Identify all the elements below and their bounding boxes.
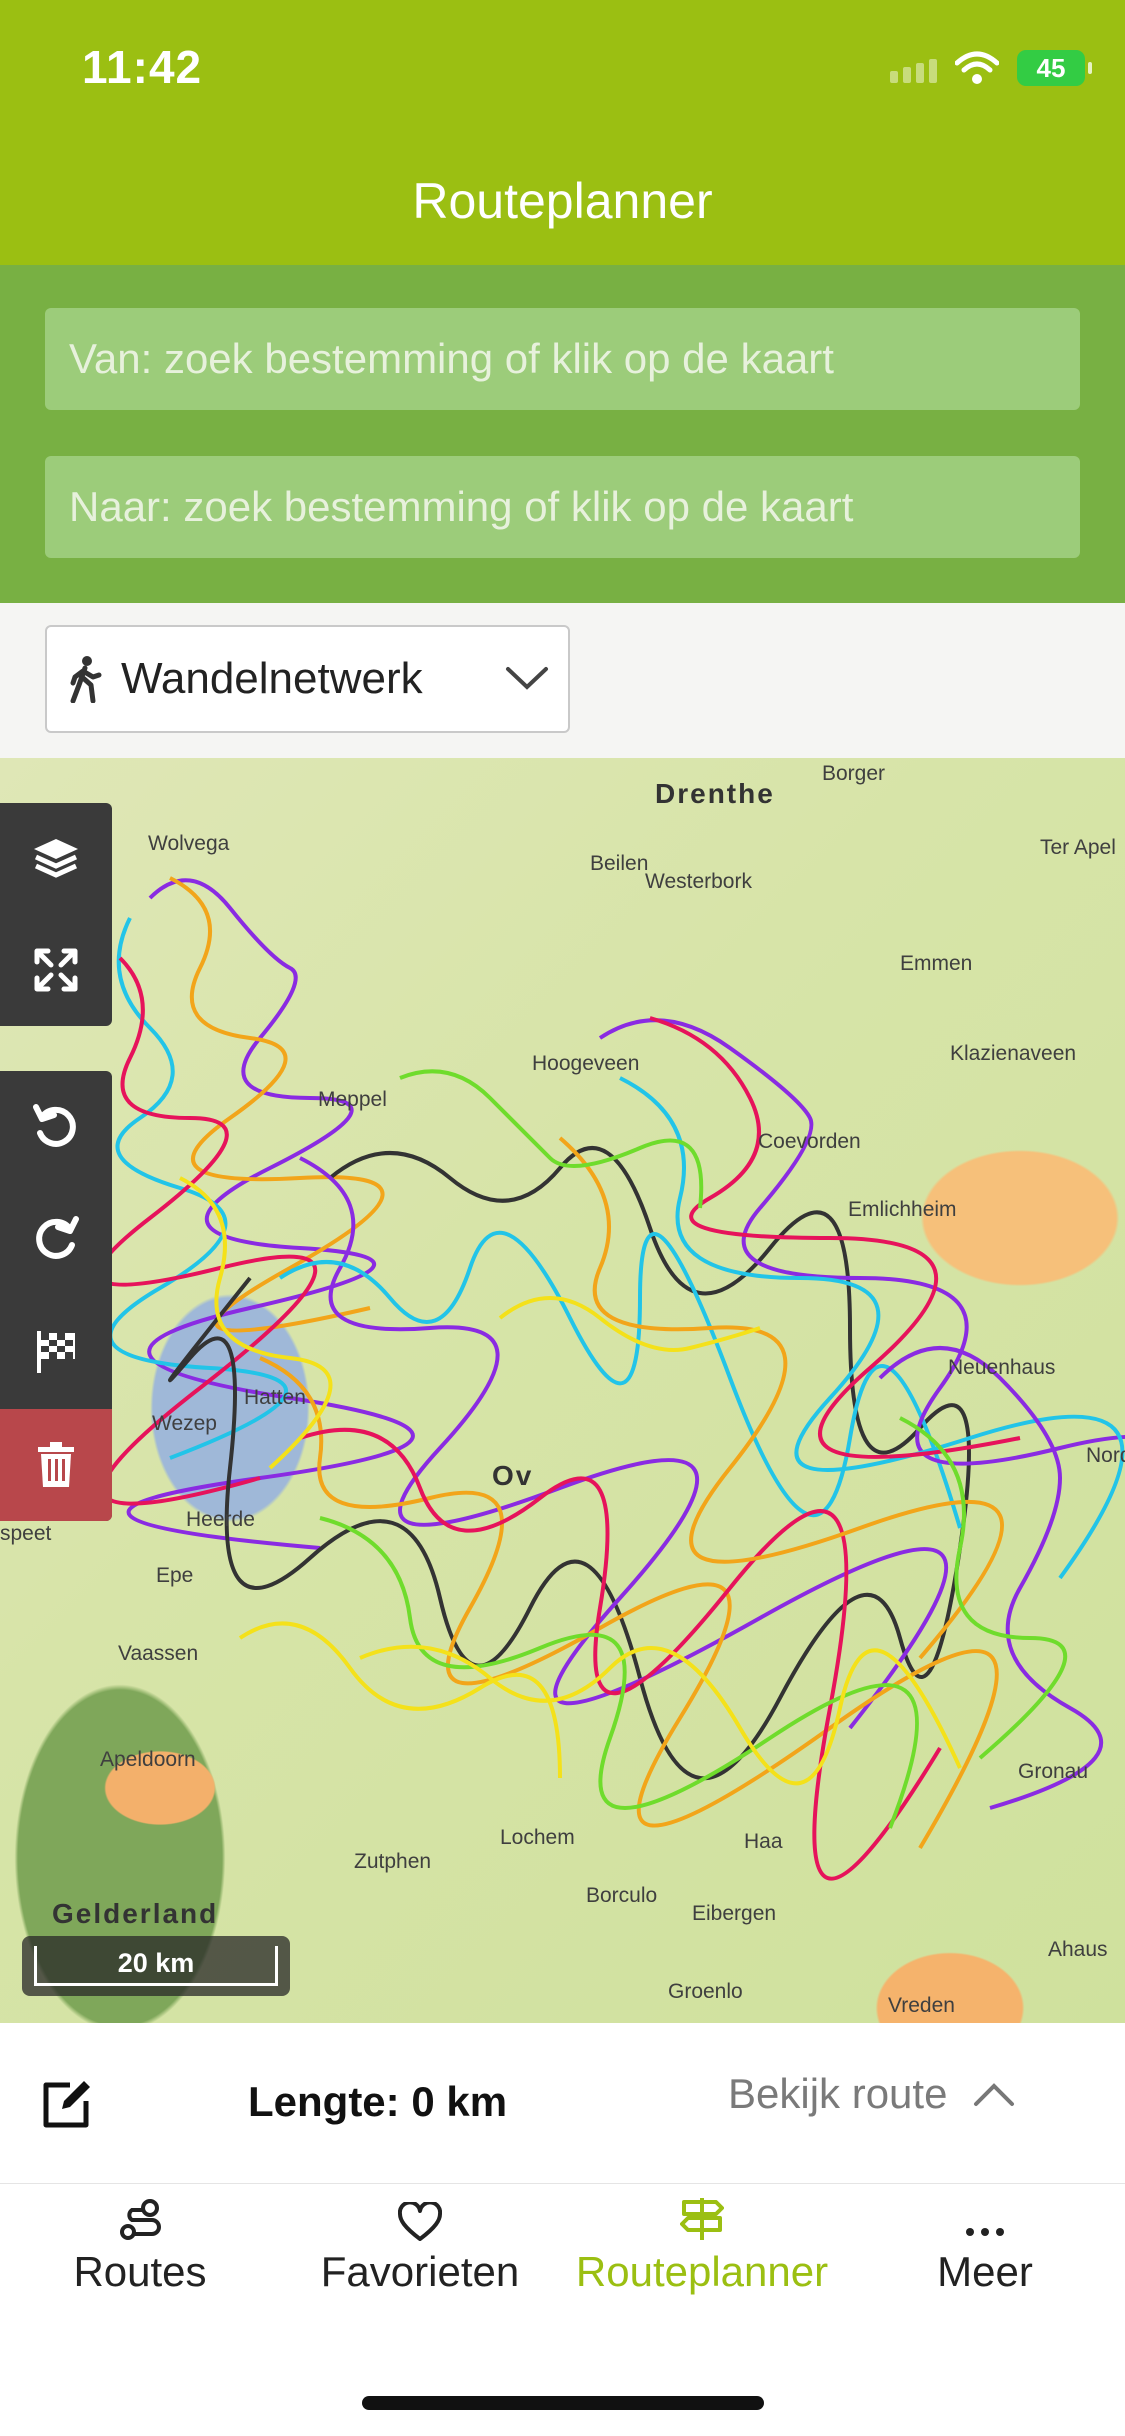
map-view[interactable]: Drenthe Borger Wolvega Beilen Westerbork… bbox=[0, 758, 1125, 2023]
map-label-klazienaveen: Klazienaveen bbox=[950, 1042, 1077, 1065]
to-search-field[interactable]: Naar: zoek bestemming of klik op de kaar… bbox=[45, 456, 1080, 558]
battery-level: 45 bbox=[1036, 52, 1066, 83]
map-label-ter-apel: Ter Apel bbox=[1040, 836, 1116, 859]
heart-icon bbox=[398, 2202, 442, 2241]
signpost-icon bbox=[680, 2198, 724, 2240]
edit-route-button[interactable] bbox=[40, 2075, 96, 2136]
undo-icon bbox=[33, 1104, 76, 1147]
tab-more[interactable]: Meer bbox=[845, 2190, 1125, 2296]
route-length: Lengte: 0 km bbox=[248, 2078, 508, 2125]
trash-icon bbox=[38, 1442, 74, 1487]
from-search-placeholder: Van: zoek bestemming of klik op de kaart bbox=[69, 335, 834, 382]
status-time: 11:42 bbox=[82, 41, 203, 93]
map-label-vaassen: Vaassen bbox=[118, 1642, 199, 1665]
map-label-apeldoorn: Apeldoorn bbox=[100, 1748, 196, 1771]
map-label-vreden: Vreden bbox=[888, 1994, 955, 2017]
map-label-nord: Nord bbox=[1086, 1444, 1125, 1467]
edit-icon bbox=[43, 2081, 90, 2128]
view-route-label: Bekijk route bbox=[728, 2070, 948, 2117]
map-label-beilen: Beilen bbox=[590, 852, 649, 875]
map-label-emmen: Emmen bbox=[900, 952, 973, 975]
map-label-overijssel: Ov bbox=[492, 1460, 534, 1491]
battery-icon: 45 bbox=[1017, 50, 1092, 86]
map-label-neuenhaus: Neuenhaus bbox=[948, 1356, 1056, 1379]
tab-routes[interactable]: Routes bbox=[0, 2190, 280, 2296]
cell-signal-icon bbox=[890, 53, 937, 83]
delete-route-button[interactable] bbox=[0, 1409, 112, 1521]
fit-bounds-icon bbox=[34, 948, 78, 992]
map-label-borculo: Borculo bbox=[586, 1884, 658, 1907]
map-label-meppel: Meppel bbox=[318, 1088, 387, 1111]
map-label-groenlo: Groenlo bbox=[668, 1980, 743, 2003]
scale-label: 20 km bbox=[117, 1948, 195, 1978]
finish-button[interactable] bbox=[0, 1295, 112, 1407]
tab-routeplanner[interactable]: Routeplanner bbox=[562, 2190, 842, 2296]
wifi-icon bbox=[955, 51, 999, 84]
to-search-placeholder: Naar: zoek bestemming of klik op de kaar… bbox=[69, 483, 854, 530]
route-icon bbox=[120, 2199, 161, 2240]
map-label-borger: Borger bbox=[822, 762, 886, 785]
map-label-lochem: Lochem bbox=[500, 1826, 575, 1849]
map-label-hatten: Hatten bbox=[244, 1386, 306, 1409]
map-label-gelderland: Gelderland bbox=[52, 1898, 219, 1929]
network-mode-select[interactable]: Wandelnetwerk bbox=[45, 625, 570, 733]
map-label-ahaus: Ahaus bbox=[1048, 1938, 1108, 1961]
more-dots-icon bbox=[966, 2228, 1004, 2236]
walking-person-icon bbox=[70, 656, 102, 703]
redo-icon bbox=[36, 1216, 79, 1259]
map-label-epe: Epe bbox=[156, 1564, 194, 1587]
map-label-zutphen: Zutphen bbox=[354, 1850, 432, 1873]
network-mode-value: Wandelnetwerk bbox=[121, 654, 423, 703]
fit-bounds-button[interactable] bbox=[0, 914, 112, 1026]
undo-button[interactable] bbox=[0, 1071, 112, 1183]
map-label-emlichheim: Emlichheim bbox=[848, 1198, 957, 1221]
map-label-westerbork: Westerbork bbox=[645, 870, 752, 893]
tab-more-label: Meer bbox=[937, 2248, 1033, 2295]
layers-button[interactable] bbox=[0, 803, 112, 915]
map-label-wezep: Wezep bbox=[152, 1412, 217, 1435]
map-label-hoogeveen: Hoogeveen bbox=[532, 1052, 640, 1075]
map-label-haa: Haa bbox=[744, 1830, 783, 1853]
map-label-coevorden: Coevorden bbox=[758, 1130, 861, 1153]
chevron-down-icon bbox=[506, 667, 548, 690]
chevron-up-icon bbox=[974, 2083, 1015, 2106]
tab-favorites-label: Favorieten bbox=[320, 2248, 520, 2295]
map-scale: 20 km bbox=[22, 1936, 290, 1996]
map-label-drenthe: Drenthe bbox=[655, 778, 775, 809]
status-indicators: 45 bbox=[890, 48, 1092, 88]
from-search-field[interactable]: Van: zoek bestemming of klik op de kaart bbox=[45, 308, 1080, 410]
layers-icon bbox=[34, 839, 78, 878]
map-controls-bottom bbox=[0, 1071, 112, 1521]
home-indicator bbox=[362, 2396, 764, 2410]
page-title: Routeplanner bbox=[412, 173, 713, 229]
map-controls-top bbox=[0, 803, 112, 1026]
map-label-eibergen: Eibergen bbox=[692, 1902, 777, 1925]
map-label-wolvega: Wolvega bbox=[148, 832, 230, 855]
view-route-button[interactable]: Bekijk route bbox=[728, 2070, 1015, 2118]
map-label-speet: speet bbox=[0, 1522, 52, 1545]
redo-button[interactable] bbox=[0, 1183, 112, 1295]
tab-favorites[interactable]: Favorieten bbox=[280, 2190, 560, 2296]
map-label-heerde: Heerde bbox=[186, 1508, 255, 1531]
tab-routes-label: Routes bbox=[73, 2248, 207, 2295]
tab-routeplanner-label: Routeplanner bbox=[575, 2248, 829, 2295]
finish-flag-icon bbox=[37, 1331, 75, 1373]
map-label-gronau: Gronau bbox=[1018, 1760, 1089, 1783]
